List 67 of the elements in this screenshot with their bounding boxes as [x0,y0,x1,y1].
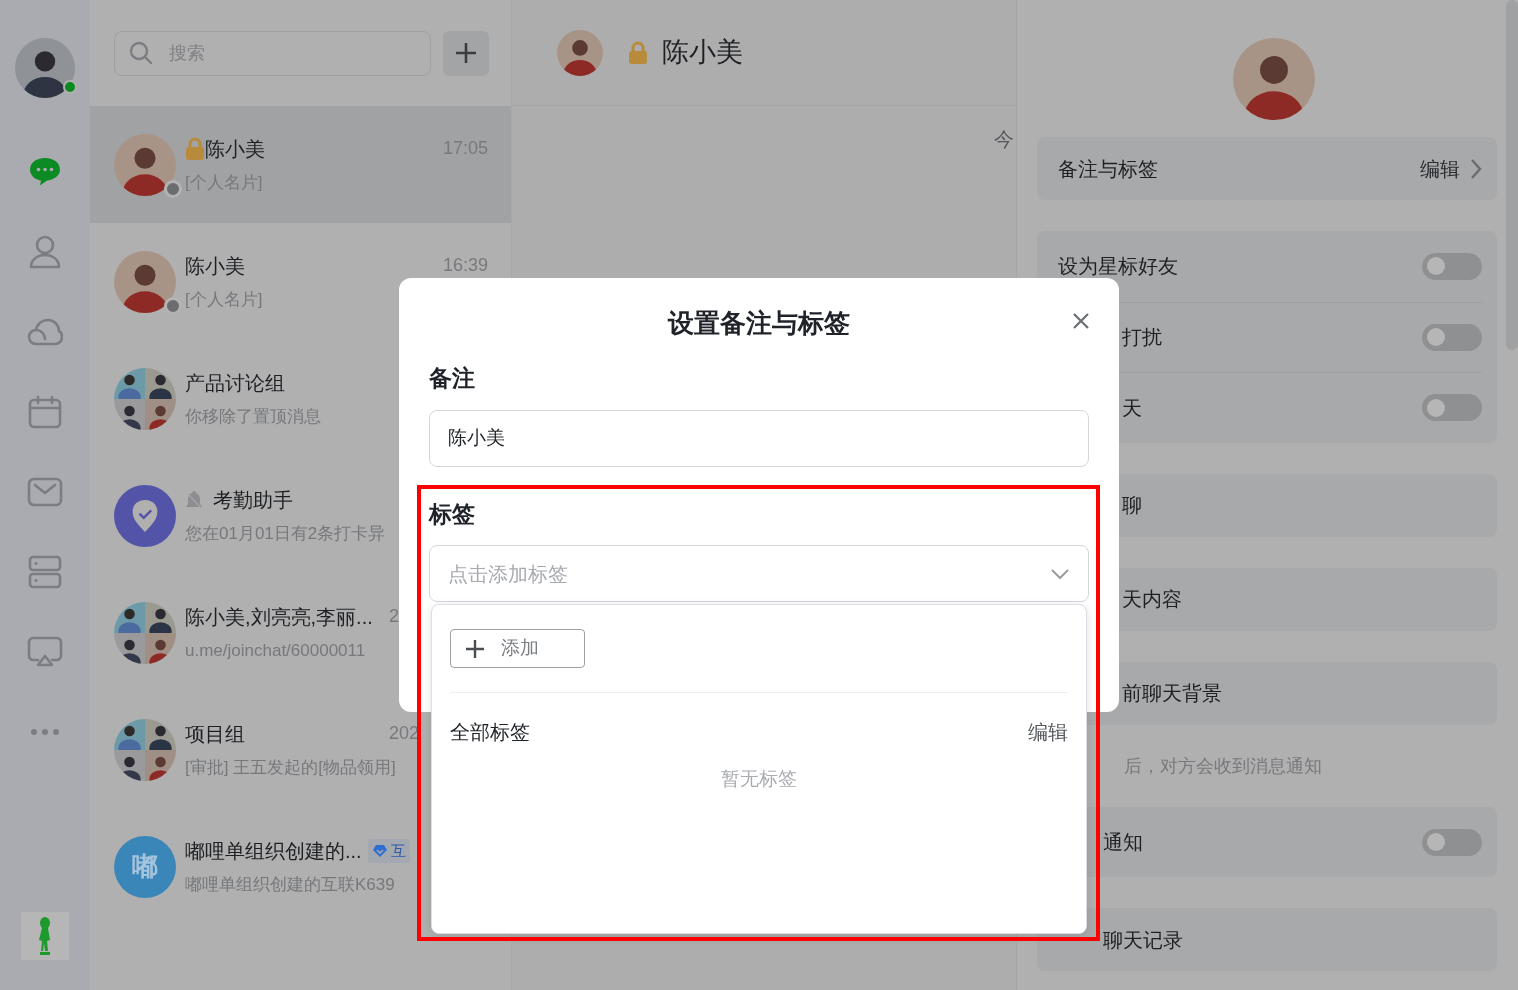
avatar [557,29,603,76]
add-tag-button[interactable]: 添加 [450,629,585,668]
contact-name: 陈小美 [205,136,265,162]
contact-name: 项目组 [185,721,245,747]
mascot-icon[interactable] [21,912,69,960]
chat-title: 陈小美 [662,36,743,70]
timestamp: 202 [389,723,420,744]
user-avatar[interactable] [15,38,75,98]
field-label: 标签 [429,499,475,529]
message-preview: 嘟哩单组织创建的互联K639 [185,873,395,896]
hint-text: 后，对方会收到消息通知 [1123,754,1323,778]
contact-name: 陈小美,刘亮亮,李丽... [185,604,373,630]
org-badge: 互 [367,838,410,863]
date-divider: 今 [994,127,1014,152]
toggle-switch[interactable] [1422,323,1482,351]
section-title: 全部标签 [450,720,530,745]
search-icon [129,41,153,65]
field-label: 备注 [429,364,475,393]
chevron-right-icon [1470,157,1482,180]
timestamp: 2 [389,606,399,627]
plus-icon [465,638,485,659]
mail-icon[interactable] [27,477,63,507]
setting-label: 天 [1122,396,1142,421]
avatar: 嘟 [114,835,176,898]
edit-link[interactable]: 编辑 [1028,717,1068,747]
setting-label: 前聊天背景 [1122,681,1222,707]
close-icon[interactable] [1072,312,1090,330]
contact-name: 产品讨论组 [185,370,285,396]
setting-label: 聊 [1122,493,1142,519]
diamond-icon [371,843,388,858]
contact-name: 陈小美 [185,253,245,279]
more-icon[interactable] [30,728,60,736]
avatar [114,367,176,430]
setting-label: 天内容 [1122,587,1182,613]
timestamp: 16:39 [442,255,488,276]
setting-label: 通知 [1103,830,1143,856]
edit-link[interactable]: 编辑 [1420,153,1460,184]
cloud-icon[interactable] [27,317,63,347]
setting-label: 备注与标签 [1058,156,1158,182]
contact-name: 嘟哩单组织创建的... [185,838,362,864]
calendar-icon[interactable] [28,395,62,429]
empty-text: 暂无标签 [720,767,798,791]
setting-label: 打扰 [1122,325,1162,351]
avatar [114,718,176,781]
plus-icon [455,42,477,64]
avatar [114,601,176,664]
message-preview: 你移除了置顶消息 [185,405,321,428]
chevron-down-icon [1050,567,1070,580]
person-icon[interactable] [28,234,62,270]
toggle-switch[interactable] [1422,828,1482,856]
chat-bubble-icon[interactable] [28,156,62,188]
toggle-switch[interactable] [1422,394,1482,422]
dialog-title: 设置备注与标签 [666,307,851,340]
setting-label: 设为星标好友 [1058,254,1178,280]
remark-field[interactable]: 陈小美 [429,409,1089,467]
add-button[interactable] [443,30,489,76]
setting-label: 聊天记录 [1103,927,1183,953]
message-preview: [个人名片] [185,288,263,311]
toggle-switch[interactable] [1422,252,1482,280]
message-preview: u.me/joinchat/60000011 [185,639,366,662]
chat-item[interactable]: 陈小美 16:39 [个人名片] [90,223,511,340]
screen-icon[interactable] [27,636,63,668]
chat-item[interactable]: 嘟 嘟哩单组织创建的... 互 嘟哩单组织创建的互联K639 [90,808,511,925]
message-preview: [审批] 王五发起的[物品领用] [185,756,396,779]
server-icon[interactable] [28,555,62,589]
contact-name: 考勤助手 [213,487,293,513]
message-preview: 您在01月01日有2条打卡异 [185,522,386,545]
